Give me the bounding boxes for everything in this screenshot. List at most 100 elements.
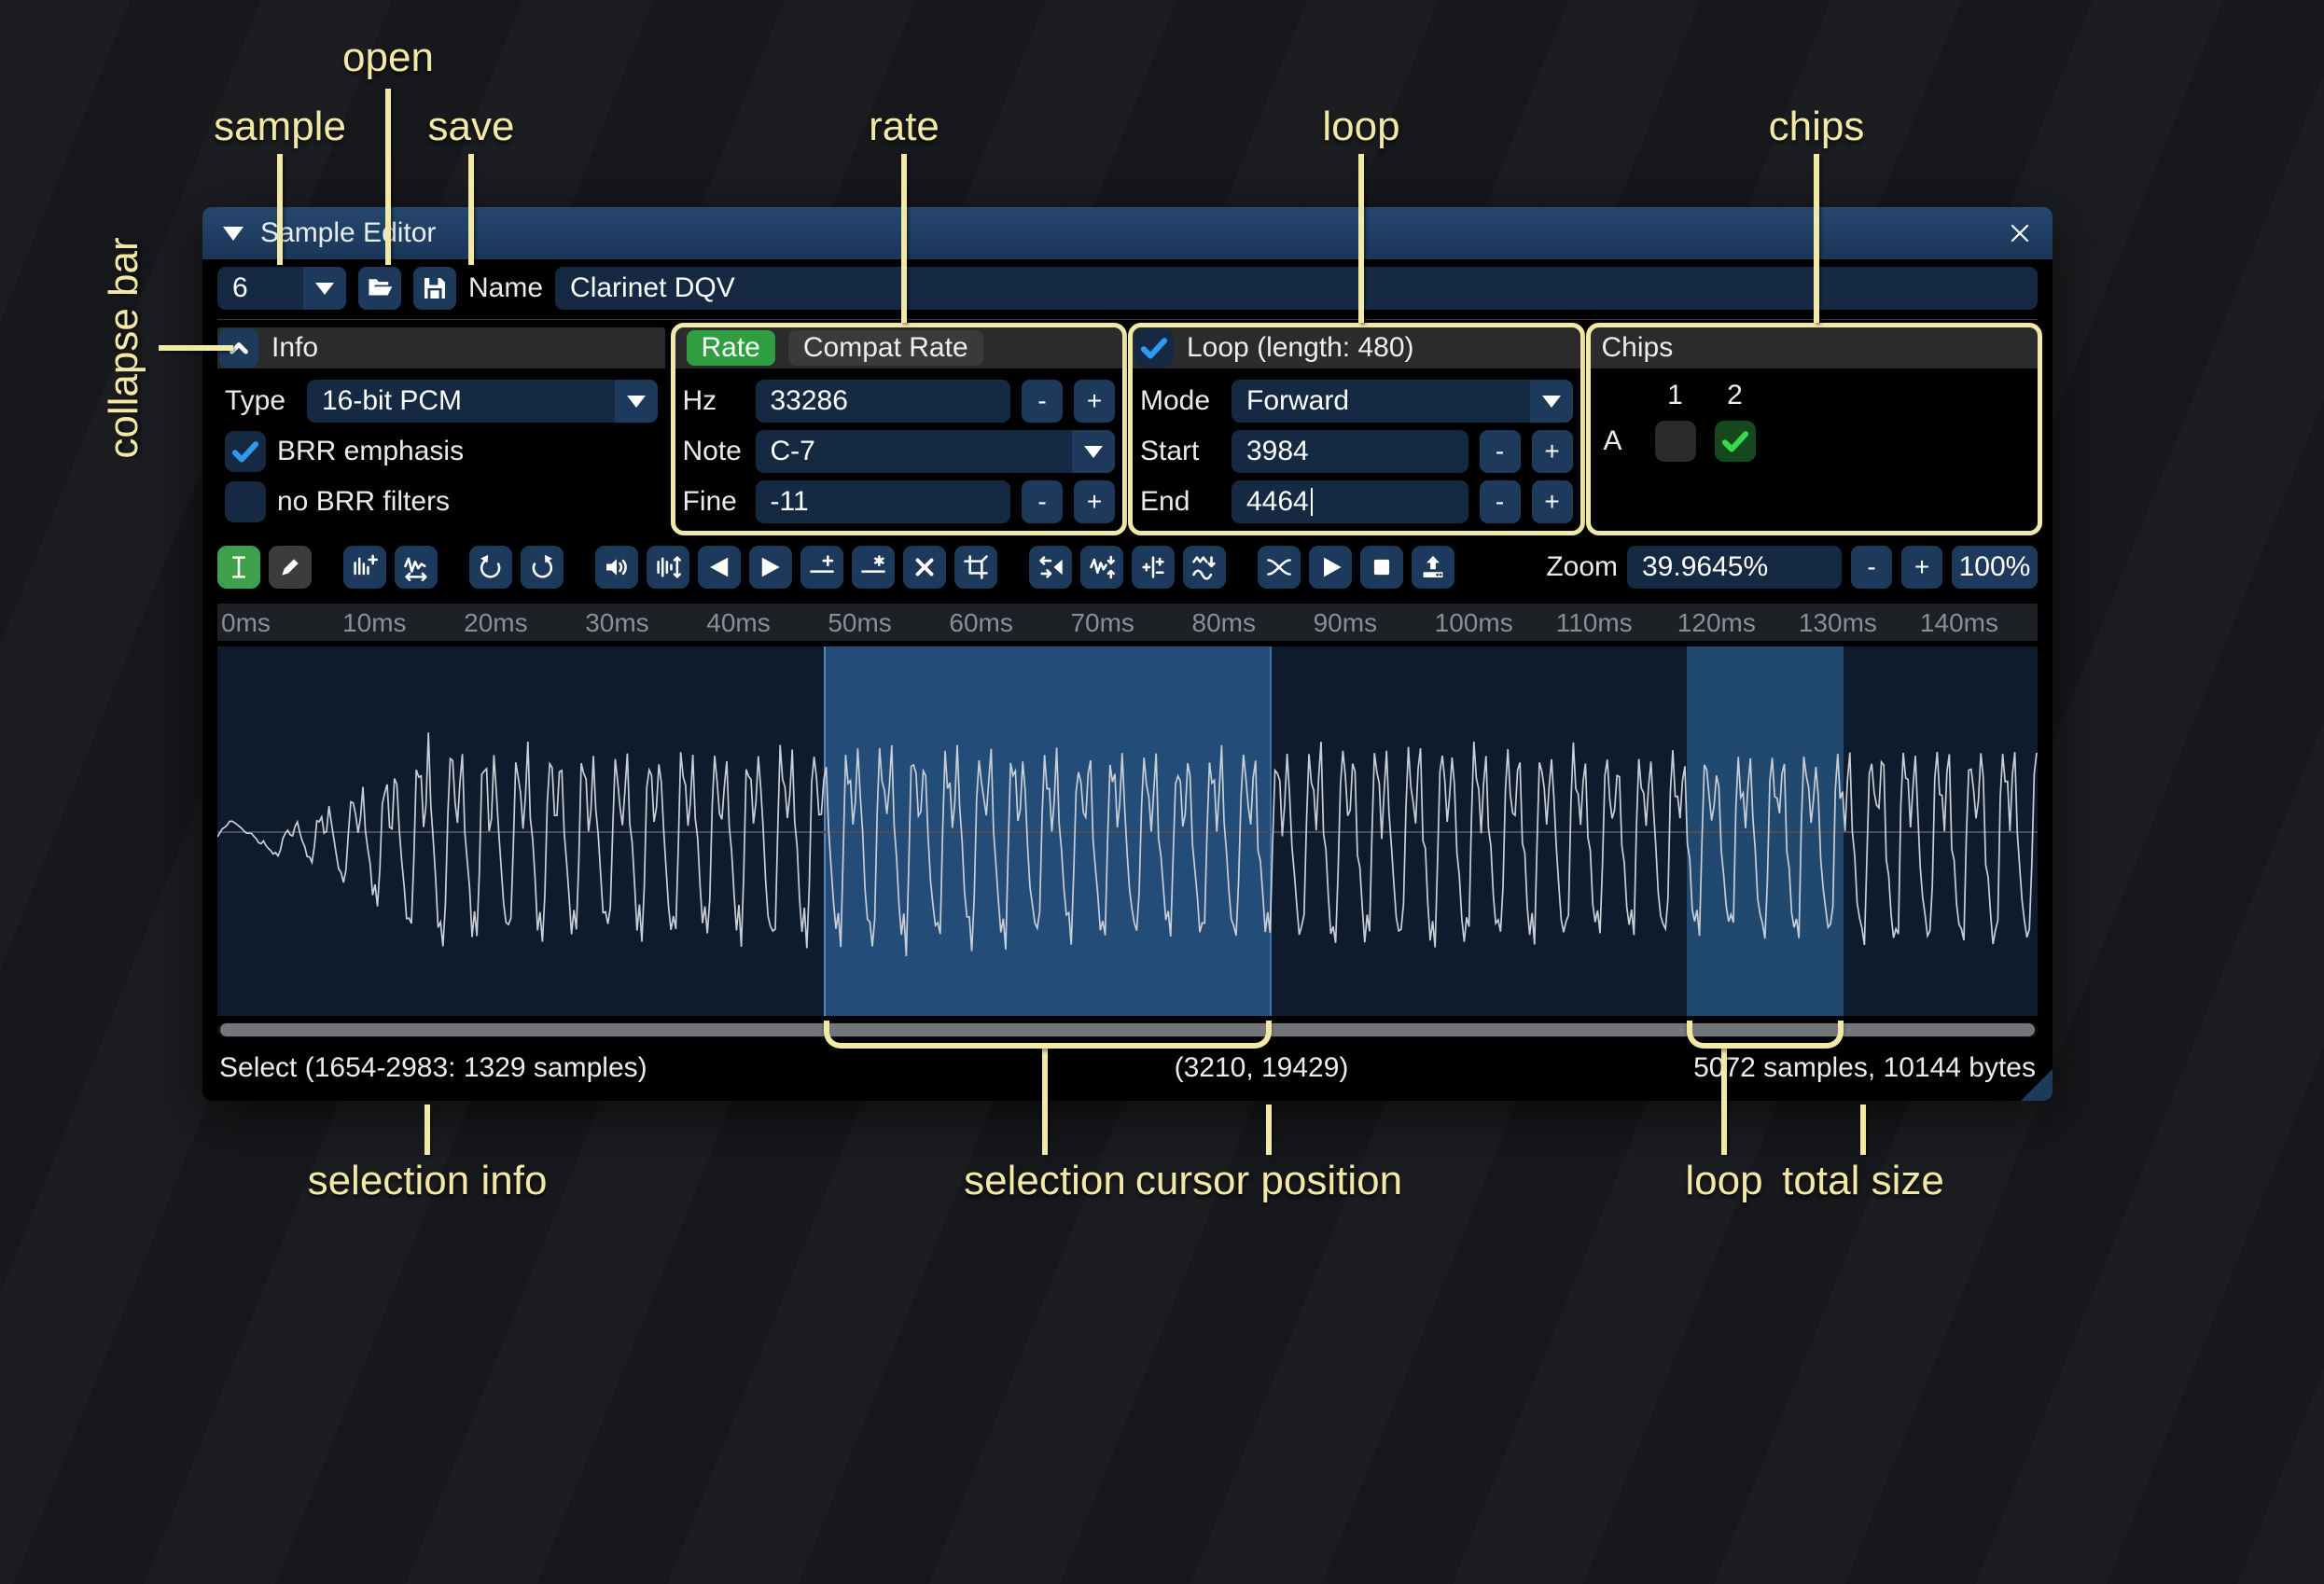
annotation-loop-bottom: loop xyxy=(1685,1158,1763,1203)
annotation-rate: rate xyxy=(869,104,939,149)
ruler-tick-10ms: 10ms xyxy=(342,608,407,637)
invert-icon xyxy=(1090,555,1115,579)
loop-panel: Loop (length: 480) Mode Forward Start 39… xyxy=(1128,323,1585,535)
fade-in-icon xyxy=(710,557,729,577)
fine-input[interactable]: -11 xyxy=(755,480,1010,523)
window-collapse-icon[interactable] xyxy=(223,226,244,241)
annotation-line-loop-top xyxy=(1358,154,1364,323)
toolbar-group xyxy=(595,546,997,589)
loop-end-input[interactable]: 4464 xyxy=(1232,480,1468,523)
hz-plus-button[interactable]: + xyxy=(1074,380,1115,423)
loop-enable-checkbox[interactable] xyxy=(1134,328,1174,368)
delete-icon xyxy=(915,558,934,577)
chip-a-1-checkbox[interactable] xyxy=(1654,421,1696,462)
reverse-button[interactable] xyxy=(1029,546,1072,589)
filter-button[interactable] xyxy=(1183,546,1226,589)
zoom-reset-button[interactable]: 100% xyxy=(1952,546,2038,589)
zoom-in-button[interactable]: + xyxy=(1901,546,1942,589)
apply-silence-button[interactable] xyxy=(852,546,895,589)
create-wavetable-button[interactable] xyxy=(1412,546,1454,589)
undo-button[interactable] xyxy=(469,546,512,589)
zoom-input[interactable]: 39.9645% xyxy=(1627,546,1842,589)
fine-plus-button[interactable]: + xyxy=(1074,480,1115,523)
chip-column-label-1: 1 xyxy=(1667,380,1683,410)
ruler-tick-130ms: 130ms xyxy=(1798,608,1877,637)
fade-out-button[interactable] xyxy=(749,546,792,589)
sample-slot-select[interactable]: 6 xyxy=(217,267,346,310)
check-icon xyxy=(1140,338,1168,359)
fade-in-button[interactable] xyxy=(698,546,741,589)
ruler-tick-90ms: 90ms xyxy=(1313,608,1378,637)
loop-start-label: Start xyxy=(1140,436,1200,466)
ruler-tick-30ms: 30ms xyxy=(585,608,649,637)
hz-label: Hz xyxy=(682,385,717,416)
crossfade-loop-icon xyxy=(1267,559,1291,576)
save-sample-button[interactable] xyxy=(413,267,456,310)
loop-start-input[interactable]: 3984 xyxy=(1232,430,1468,473)
chevron-down-icon xyxy=(303,267,346,310)
normalize-icon xyxy=(657,556,681,578)
draw-tool-button[interactable] xyxy=(269,546,312,589)
titlebar[interactable]: Sample Editor xyxy=(202,207,2053,259)
rate-tab[interactable]: Rate xyxy=(686,330,775,366)
close-icon[interactable] xyxy=(2008,221,2032,245)
fine-minus-button[interactable]: - xyxy=(1022,480,1063,523)
loop-start-plus-button[interactable]: + xyxy=(1531,430,1573,473)
fine-value: -11 xyxy=(770,486,809,517)
normalize-button[interactable] xyxy=(647,546,689,589)
sample-type-select[interactable]: 16-bit PCM xyxy=(307,380,658,423)
hz-minus-button[interactable]: - xyxy=(1022,380,1063,423)
resize-button[interactable] xyxy=(343,546,386,589)
amplify-button[interactable] xyxy=(595,546,638,589)
loop-end-minus-button[interactable]: - xyxy=(1479,480,1521,523)
loop-end-plus-button[interactable]: + xyxy=(1531,480,1573,523)
annotation-bracket-selection xyxy=(824,1021,1272,1049)
insert-silence-button[interactable] xyxy=(800,546,843,589)
chevron-down-icon xyxy=(1529,380,1573,423)
select-tool-button[interactable] xyxy=(217,546,260,589)
redo-button[interactable] xyxy=(521,546,564,589)
timeline-ruler[interactable]: 0ms 10ms 20ms 30ms 40ms 50ms 60ms 70ms 80ms 90ms 1… xyxy=(217,604,2038,641)
loop-mode-value: Forward xyxy=(1246,385,1350,416)
chip-a-2-checkbox[interactable] xyxy=(1714,421,1756,462)
toolbar: Zoom 39.9645% - + 100% xyxy=(217,546,2038,589)
annotation-selection-info: selection info xyxy=(307,1158,548,1203)
crossfade-loop-button[interactable] xyxy=(1258,546,1301,589)
toolbar-group xyxy=(469,546,564,589)
zoom-out-button[interactable]: - xyxy=(1851,546,1892,589)
hz-value: 33286 xyxy=(770,385,848,416)
annotation-sample: sample xyxy=(214,104,346,149)
loop-end-label: End xyxy=(1140,486,1190,517)
type-label: Type xyxy=(225,385,286,416)
stop-preview-button[interactable] xyxy=(1360,546,1403,589)
open-sample-button[interactable] xyxy=(358,267,401,310)
sign-exchange-button[interactable] xyxy=(1132,546,1175,589)
delete-button[interactable] xyxy=(903,546,946,589)
annotation-line-total-size xyxy=(1860,1105,1866,1155)
toolbar-group xyxy=(217,546,312,589)
resample-button[interactable] xyxy=(395,546,438,589)
annotation-line-loop-bottom xyxy=(1721,1046,1727,1155)
status-selection-info: Select (1654-2983: 1329 samples) xyxy=(219,1052,647,1083)
toolbar-group xyxy=(1258,546,1454,589)
create-wavetable-icon xyxy=(1423,555,1443,577)
sample-row: 6 Name Clarinet DQV xyxy=(217,267,2038,310)
compat-rate-tab[interactable]: Compat Rate xyxy=(787,330,983,366)
annotation-line-cursor-position xyxy=(1266,1105,1272,1155)
ruler-tick-100ms: 100ms xyxy=(1434,608,1513,637)
no-brr-filters-label: no BRR filters xyxy=(277,486,451,517)
toolbar-group xyxy=(343,546,438,589)
status-total-size: 5072 samples, 10144 bytes xyxy=(1693,1052,2036,1083)
no-brr-filters-checkbox[interactable] xyxy=(225,481,266,522)
reverse-icon xyxy=(1039,556,1063,578)
trim-button[interactable] xyxy=(954,546,997,589)
preview-button[interactable] xyxy=(1309,546,1352,589)
waveform-display[interactable] xyxy=(217,646,2038,1016)
note-select[interactable]: C-7 xyxy=(755,430,1115,473)
loop-start-minus-button[interactable]: - xyxy=(1479,430,1521,473)
loop-mode-select[interactable]: Forward xyxy=(1232,380,1573,423)
ruler-tick-20ms: 20ms xyxy=(464,608,528,637)
brr-emphasis-checkbox[interactable] xyxy=(225,431,266,472)
hz-input[interactable]: 33286 xyxy=(755,380,1010,423)
invert-button[interactable] xyxy=(1080,546,1123,589)
